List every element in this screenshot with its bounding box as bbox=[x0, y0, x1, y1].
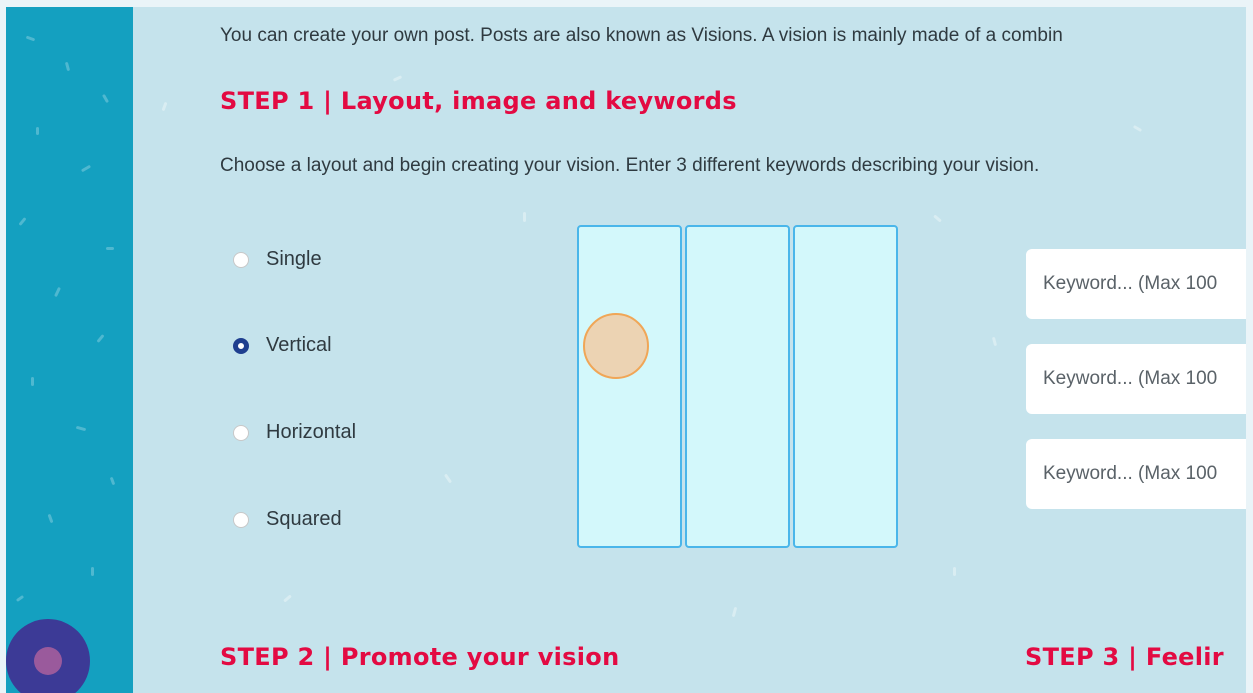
radio-checked-icon[interactable] bbox=[233, 337, 249, 354]
avatar[interactable] bbox=[6, 619, 90, 693]
layout-option-single[interactable]: Single bbox=[233, 248, 322, 271]
radio-unchecked-icon[interactable] bbox=[233, 424, 249, 441]
step1-instructions: Choose a layout and begin creating your … bbox=[220, 155, 1040, 176]
step2-title: STEP 2 | Promote your vision bbox=[220, 643, 620, 671]
step3-title: STEP 3 | Feelir bbox=[1025, 643, 1224, 671]
layout-preview bbox=[577, 225, 901, 550]
image-panel-2[interactable] bbox=[685, 225, 790, 548]
image-panel-3[interactable] bbox=[793, 225, 898, 548]
radio-unchecked-icon[interactable] bbox=[233, 511, 249, 528]
radio-unchecked-icon[interactable] bbox=[233, 251, 249, 268]
layout-option-horizontal[interactable]: Horizontal bbox=[233, 421, 356, 444]
keyword-input-1[interactable] bbox=[1026, 249, 1246, 319]
create-vision-page: You can create your own post. Posts are … bbox=[133, 7, 1246, 693]
intro-text: You can create your own post. Posts are … bbox=[220, 25, 1063, 46]
step1-title: STEP 1 | Layout, image and keywords bbox=[220, 87, 737, 115]
keyword-input-2[interactable] bbox=[1026, 344, 1246, 414]
layout-option-label: Squared bbox=[266, 508, 342, 530]
image-panel-1[interactable] bbox=[577, 225, 682, 548]
layout-option-squared[interactable]: Squared bbox=[233, 508, 342, 531]
app-frame: You can create your own post. Posts are … bbox=[6, 7, 1246, 693]
touch-indicator bbox=[583, 313, 649, 379]
layout-option-vertical[interactable]: Vertical bbox=[233, 334, 332, 357]
layout-option-label: Vertical bbox=[266, 334, 332, 356]
avatar-dot bbox=[34, 647, 62, 675]
sidebar bbox=[6, 7, 133, 693]
layout-option-label: Single bbox=[266, 248, 322, 270]
keyword-input-3[interactable] bbox=[1026, 439, 1246, 509]
layout-option-label: Horizontal bbox=[266, 421, 357, 443]
